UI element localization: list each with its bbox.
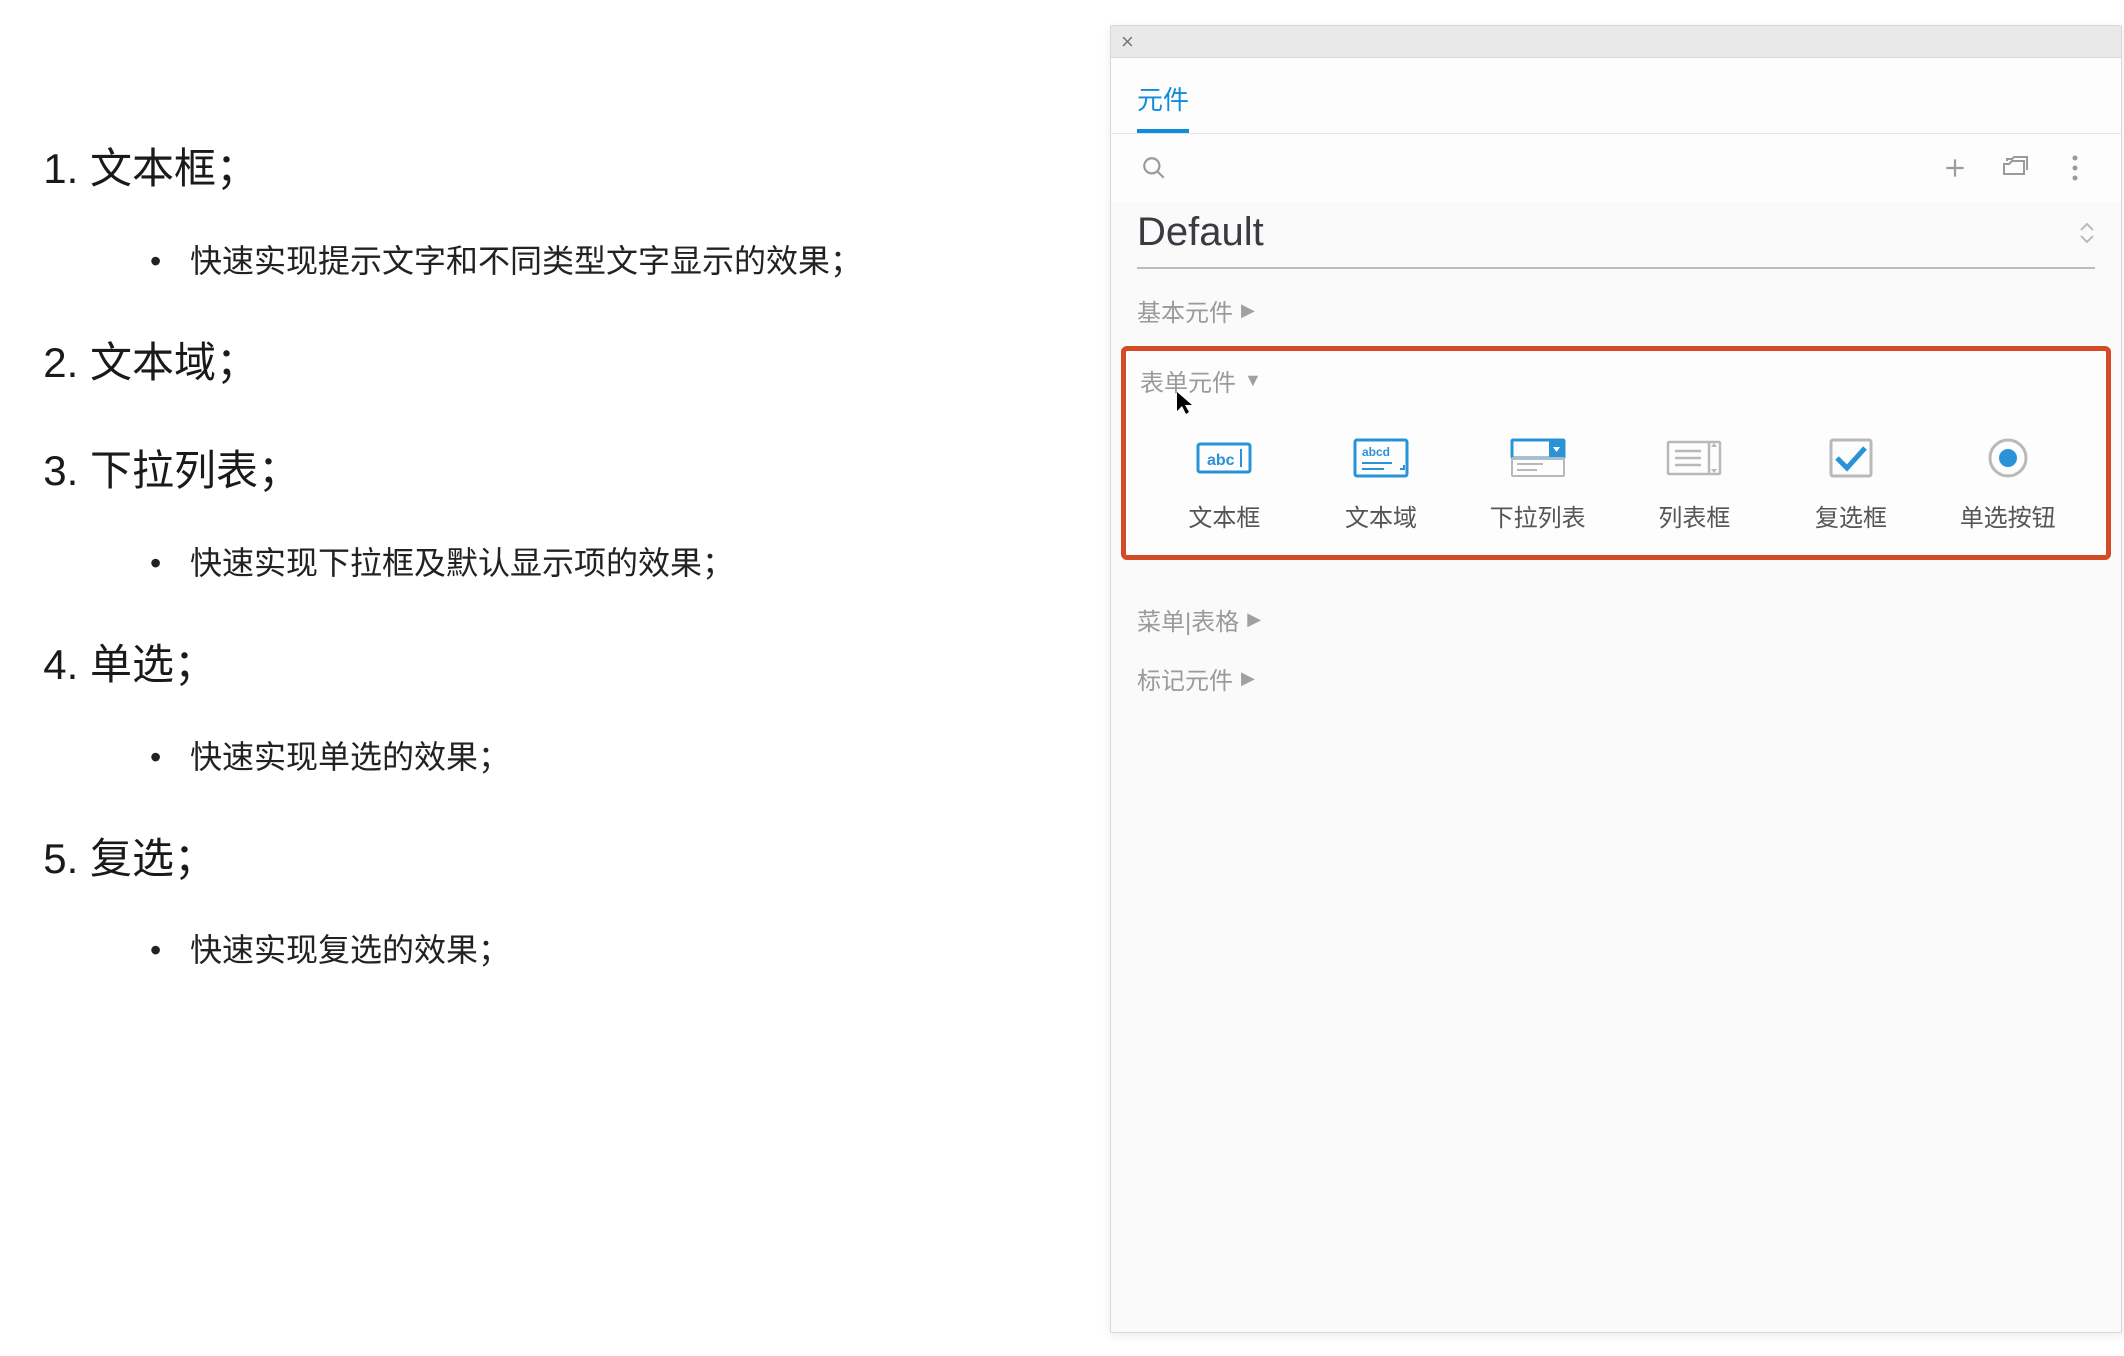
- panel-titlebar[interactable]: ×: [1111, 26, 2121, 58]
- section-menu-table[interactable]: 菜单|表格 ▶: [1111, 578, 2121, 637]
- widget-label: 单选按钮: [1960, 498, 2056, 533]
- svg-text:abc: abc: [1207, 452, 1235, 469]
- text-field-icon: abc: [1195, 436, 1253, 480]
- checkbox-icon: [1822, 436, 1880, 480]
- svg-text:abcd: abcd: [1362, 445, 1390, 459]
- widget-text-field[interactable]: abc 文本框: [1146, 436, 1303, 533]
- section-form-highlight: 表单元件 ▼ abc 文本框: [1121, 346, 2111, 560]
- widget-label: 下拉列表: [1490, 498, 1586, 533]
- outline-bullet: 快速实现提示文字和不同类型文字显示的效果；: [150, 239, 1000, 284]
- outline-item-5: 复选； 快速实现复选的效果；: [90, 830, 1000, 974]
- chevron-right-icon: ▶: [1241, 668, 1255, 689]
- outline-list: 文本框； 快速实现提示文字和不同类型文字显示的效果； 文本域； 下拉列表； 快速…: [10, 140, 1000, 973]
- add-icon[interactable]: [1937, 150, 1973, 186]
- stepper-icon: [2079, 222, 2095, 244]
- section-label: 基本元件: [1137, 293, 1233, 328]
- panel-tabstrip: 元件: [1111, 58, 2121, 134]
- folders-icon[interactable]: [1997, 150, 2033, 186]
- outline-item-text: 文本框；: [90, 145, 258, 192]
- widgets-panel: × 元件 Default: [1110, 25, 2122, 1333]
- widget-text-area[interactable]: abcd 文本域: [1303, 436, 1460, 533]
- widget-label: 复选框: [1815, 498, 1887, 533]
- outline-bullet: 快速实现复选的效果；: [150, 928, 1000, 973]
- droplist-icon: [1509, 436, 1567, 480]
- close-icon[interactable]: ×: [1121, 31, 1134, 53]
- widget-checkbox[interactable]: 复选框: [1773, 436, 1930, 533]
- more-icon[interactable]: [2057, 150, 2093, 186]
- form-widgets-grid: abc 文本框 abcd 文本域: [1140, 436, 2092, 533]
- outline-bullet: 快速实现单选的效果；: [150, 735, 1000, 780]
- widget-label: 列表框: [1658, 498, 1730, 533]
- widget-label: 文本域: [1345, 498, 1417, 533]
- outline-item-text: 下拉列表；: [90, 447, 300, 494]
- search-icon[interactable]: [1139, 153, 1169, 183]
- chevron-right-icon: ▶: [1247, 609, 1261, 630]
- outline-item-1: 文本框； 快速实现提示文字和不同类型文字显示的效果；: [90, 140, 1000, 284]
- section-label: 菜单|表格: [1137, 602, 1239, 637]
- widget-list-box[interactable]: 列表框: [1616, 436, 1773, 533]
- text-area-icon: abcd: [1352, 436, 1410, 480]
- widget-droplist[interactable]: 下拉列表: [1459, 436, 1616, 533]
- library-selector[interactable]: Default: [1137, 210, 2095, 269]
- outline-item-text: 单选；: [90, 641, 216, 688]
- panel-toolbar: [1111, 134, 2121, 202]
- radio-button-icon: [1979, 436, 2037, 480]
- outline-item-text: 文本域；: [90, 339, 258, 386]
- library-name: Default: [1137, 210, 1264, 255]
- outline-bullet: 快速实现下拉框及默认显示项的效果；: [150, 541, 1000, 586]
- section-marker[interactable]: 标记元件 ▶: [1111, 637, 2121, 696]
- list-box-icon: [1665, 436, 1723, 480]
- chevron-down-icon: ▼: [1244, 370, 1262, 391]
- cursor-icon: [1176, 391, 1194, 415]
- section-form[interactable]: 表单元件 ▼: [1140, 363, 2092, 398]
- chevron-right-icon: ▶: [1241, 300, 1255, 321]
- widget-label: 文本框: [1188, 498, 1260, 533]
- outline-item-4: 单选； 快速实现单选的效果；: [90, 636, 1000, 780]
- section-label: 标记元件: [1137, 661, 1233, 696]
- section-basic[interactable]: 基本元件 ▶: [1111, 269, 2121, 328]
- outline-item-text: 复选；: [90, 835, 216, 882]
- slide-outline: 文本框； 快速实现提示文字和不同类型文字显示的效果； 文本域； 下拉列表； 快速…: [0, 0, 1050, 1073]
- widget-radio-button[interactable]: 单选按钮: [1929, 436, 2086, 533]
- outline-item-3: 下拉列表； 快速实现下拉框及默认显示项的效果；: [90, 442, 1000, 586]
- outline-item-2: 文本域；: [90, 334, 1000, 393]
- tab-widgets[interactable]: 元件: [1137, 80, 1189, 133]
